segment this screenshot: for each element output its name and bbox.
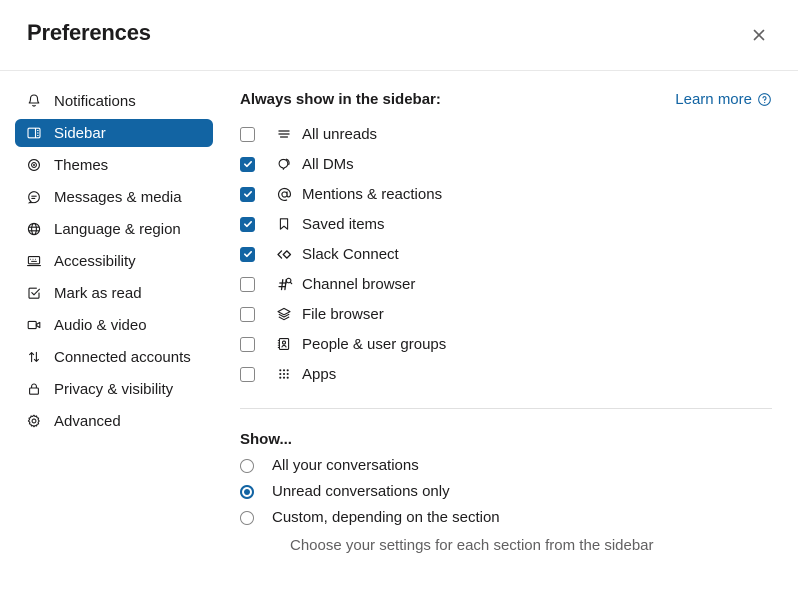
radio-unread-only[interactable]	[240, 485, 254, 499]
globe-icon	[24, 219, 44, 239]
checkbox-saved-items[interactable]	[240, 216, 255, 232]
video-camera-icon	[24, 315, 44, 335]
keyboard-icon	[24, 251, 44, 271]
sidebar-item-label: Audio & video	[54, 316, 147, 334]
checkbox-row-apps[interactable]: Apps	[240, 359, 772, 389]
sidebar-panel-icon	[24, 123, 44, 143]
radio-row-custom-per-section[interactable]: Custom, depending on the section	[240, 508, 772, 534]
lock-icon	[24, 379, 44, 399]
checkbox-label: People & user groups	[302, 335, 447, 353]
sidebar-visibility-checkbox-list: All unreads All DMs Mentions & reactions…	[240, 119, 772, 389]
checkbox-row-people-user-groups[interactable]: People & user groups	[240, 329, 772, 359]
checkbox-label: Slack Connect	[302, 245, 399, 263]
contact-card-icon	[274, 334, 294, 354]
radio-row-unread-only[interactable]: Unread conversations only	[240, 482, 772, 508]
sidebar-item-label: Language & region	[54, 220, 181, 238]
sidebar-item-themes[interactable]: Themes	[15, 151, 213, 179]
dialog-body: Notifications Sidebar Themes Messages & …	[0, 71, 798, 593]
checkbox-row-channel-browser[interactable]: Channel browser	[240, 269, 772, 299]
sidebar-item-notifications[interactable]: Notifications	[15, 87, 213, 115]
sidebar-item-label: Sidebar	[54, 124, 106, 142]
checkbox-row-all-dms[interactable]: All DMs	[240, 149, 772, 179]
learn-more-link[interactable]: Learn more	[675, 91, 772, 108]
checkbox-label: Mentions & reactions	[302, 185, 443, 203]
dm-faces-icon	[274, 154, 294, 174]
hash-search-icon	[274, 274, 294, 294]
section-title: Always show in the sidebar:	[240, 91, 441, 108]
checkbox-row-saved-items[interactable]: Saved items	[240, 209, 772, 239]
page-title: Preferences	[27, 20, 151, 45]
sidebar-item-language-region[interactable]: Language & region	[15, 215, 213, 243]
question-circle-icon	[757, 92, 772, 107]
sidebar-item-sidebar[interactable]: Sidebar	[15, 119, 213, 147]
slack-connect-diamond-icon	[274, 244, 294, 264]
close-icon	[751, 27, 767, 43]
section-divider	[240, 408, 772, 409]
sidebar-item-privacy-visibility[interactable]: Privacy & visibility	[15, 375, 213, 403]
arrows-up-down-icon	[24, 347, 44, 367]
checkbox-apps[interactable]	[240, 366, 255, 382]
checkbox-label: All unreads	[302, 125, 378, 143]
radio-all-conversations[interactable]	[240, 459, 254, 473]
sidebar-item-label: Mark as read	[54, 284, 142, 302]
checkbox-file-browser[interactable]	[240, 306, 255, 322]
radio-custom-per-section[interactable]	[240, 511, 254, 525]
chat-bubble-icon	[24, 187, 44, 207]
bookmark-icon	[274, 214, 294, 234]
checkbox-row-slack-connect[interactable]: Slack Connect	[240, 239, 772, 269]
bell-icon	[24, 91, 44, 111]
sidebar-item-label: Accessibility	[54, 252, 136, 270]
eye-icon	[24, 155, 44, 175]
learn-more-label: Learn more	[675, 91, 752, 108]
settings-main-panel: Always show in the sidebar: Learn more A…	[228, 71, 798, 593]
sidebar-item-label: Notifications	[54, 92, 136, 110]
sidebar-item-label: Privacy & visibility	[54, 380, 174, 398]
checkbox-label: Channel browser	[302, 275, 416, 293]
radio-label: All your conversations	[272, 457, 419, 474]
radio-label: Custom, depending on the section	[272, 509, 500, 526]
sidebar-item-accessibility[interactable]: Accessibility	[15, 247, 213, 275]
radio-label: Unread conversations only	[272, 483, 450, 500]
sidebar-item-connected-accounts[interactable]: Connected accounts	[15, 343, 213, 371]
checkbox-people-user-groups[interactable]	[240, 336, 255, 352]
gear-icon	[24, 411, 44, 431]
grid-dots-icon	[274, 364, 294, 384]
checkbox-mentions-reactions[interactable]	[240, 186, 255, 202]
sidebar-item-messages-media[interactable]: Messages & media	[15, 183, 213, 211]
check-square-icon	[24, 283, 44, 303]
checkbox-row-file-browser[interactable]: File browser	[240, 299, 772, 329]
checkbox-all-dms[interactable]	[240, 156, 255, 172]
sidebar-item-label: Messages & media	[54, 188, 182, 206]
checkbox-slack-connect[interactable]	[240, 246, 255, 262]
sidebar-item-mark-as-read[interactable]: Mark as read	[15, 279, 213, 307]
checkbox-all-unreads[interactable]	[240, 126, 255, 142]
radio-helper-text: Choose your settings for each section fr…	[290, 537, 654, 554]
checkbox-label: Saved items	[302, 215, 385, 233]
radio-row-all-conversations[interactable]: All your conversations	[240, 456, 772, 482]
sidebar-item-audio-video[interactable]: Audio & video	[15, 311, 213, 339]
section-header: Always show in the sidebar: Learn more	[240, 91, 772, 108]
checkbox-label: File browser	[302, 305, 384, 323]
show-section: Show... All your conversations Unread co…	[240, 431, 772, 556]
dialog-header: Preferences	[0, 0, 798, 71]
layers-icon	[274, 304, 294, 324]
at-sign-icon	[274, 184, 294, 204]
show-section-title: Show...	[240, 431, 292, 448]
unreads-lines-icon	[274, 124, 294, 144]
sidebar-item-label: Connected accounts	[54, 348, 191, 366]
checkbox-row-mentions-reactions[interactable]: Mentions & reactions	[240, 179, 772, 209]
sidebar-item-advanced[interactable]: Advanced	[15, 407, 213, 435]
sidebar-item-label: Themes	[54, 156, 109, 174]
close-button[interactable]	[744, 20, 774, 50]
settings-nav: Notifications Sidebar Themes Messages & …	[0, 71, 228, 593]
checkbox-label: All DMs	[302, 155, 354, 173]
sidebar-item-label: Advanced	[54, 412, 121, 430]
checkbox-label: Apps	[302, 365, 337, 383]
checkbox-row-all-unreads[interactable]: All unreads	[240, 119, 772, 149]
checkbox-channel-browser[interactable]	[240, 276, 255, 292]
